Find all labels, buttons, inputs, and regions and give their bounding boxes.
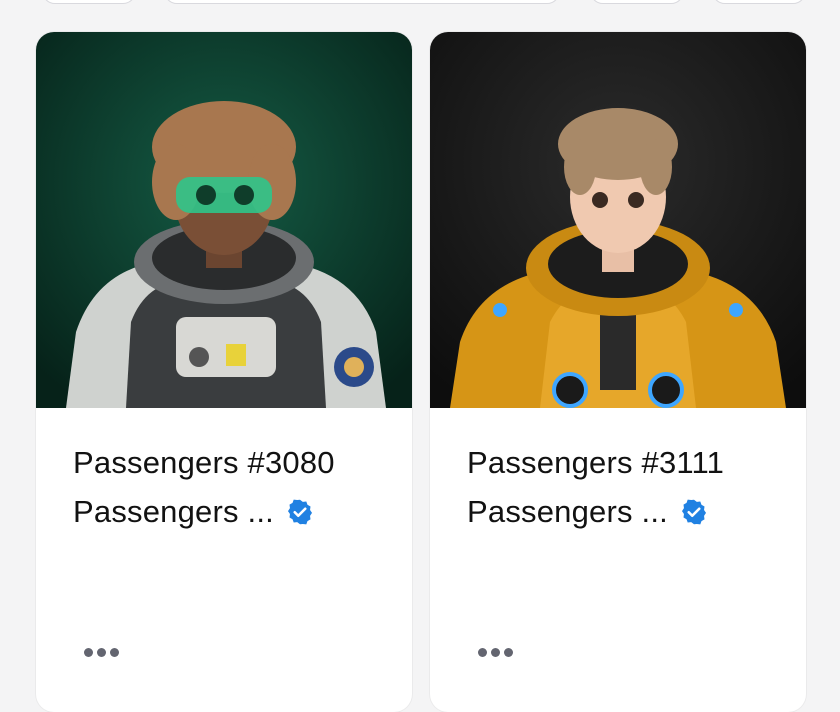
dot xyxy=(84,648,93,657)
top-toolbar xyxy=(0,0,840,8)
dot xyxy=(478,648,487,657)
dot xyxy=(110,648,119,657)
dot xyxy=(504,648,513,657)
nft-title: Passengers #3080 xyxy=(73,445,335,480)
verified-badge-icon xyxy=(680,498,708,526)
search-bar[interactable] xyxy=(164,0,560,4)
collection-name-row[interactable]: Passengers ... xyxy=(73,494,393,530)
dot xyxy=(97,648,106,657)
more-options-icon[interactable] xyxy=(478,648,513,657)
nft-card[interactable]: Passengers #3111 Passengers ... xyxy=(430,32,806,712)
filter-pill[interactable] xyxy=(712,0,806,4)
dot xyxy=(491,648,500,657)
filter-pill[interactable] xyxy=(42,0,136,4)
nft-image[interactable] xyxy=(430,32,806,408)
collection-name: Passengers ... xyxy=(73,494,274,529)
more-options-icon[interactable] xyxy=(84,648,119,657)
collection-name: Passengers ... xyxy=(467,494,668,529)
filter-pill[interactable] xyxy=(590,0,684,4)
nft-card[interactable]: Passengers #3080 Passengers ... xyxy=(36,32,412,712)
verified-badge-icon xyxy=(286,498,314,526)
collection-name-row[interactable]: Passengers ... xyxy=(467,494,787,530)
nft-image[interactable] xyxy=(36,32,412,408)
nft-title: Passengers #3111 xyxy=(467,445,725,480)
